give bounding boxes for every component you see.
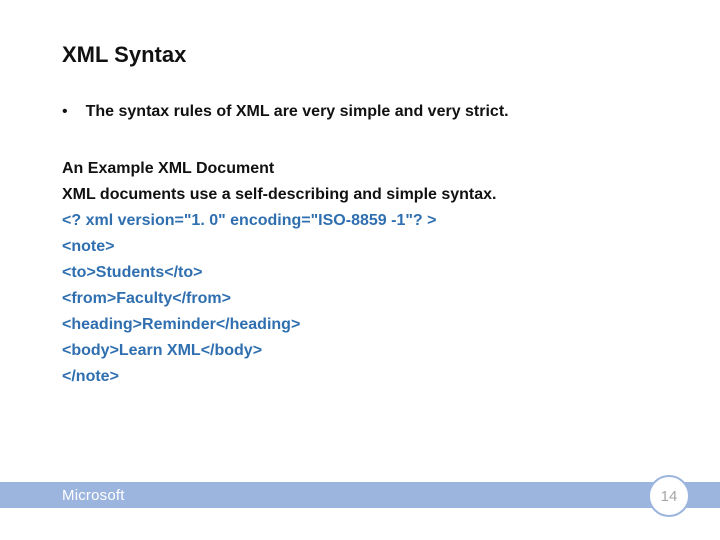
body-line-note-open: <note> bbox=[62, 234, 658, 260]
slide-body: An Example XML Document XML documents us… bbox=[62, 156, 658, 390]
body-line-xml-declaration: <? xml version="1. 0" encoding="ISO-8859… bbox=[62, 208, 658, 234]
page-number-badge: 14 bbox=[648, 475, 690, 517]
body-line-example-heading: An Example XML Document bbox=[62, 156, 658, 182]
body-line-body: <body>Learn XML</body> bbox=[62, 338, 658, 364]
slide-title: XML Syntax bbox=[62, 42, 658, 68]
slide: XML Syntax • The syntax rules of XML are… bbox=[0, 0, 720, 540]
body-line-heading: <heading>Reminder</heading> bbox=[62, 312, 658, 338]
footer-bar: Microsoft bbox=[0, 482, 720, 508]
body-line-to: <to>Students</to> bbox=[62, 260, 658, 286]
body-line-description: XML documents use a self-describing and … bbox=[62, 182, 658, 208]
body-line-from: <from>Faculty</from> bbox=[62, 286, 658, 312]
bullet-dot-icon: • bbox=[62, 102, 68, 122]
body-line-note-close: </note> bbox=[62, 364, 658, 390]
brand-label: Microsoft bbox=[62, 487, 125, 504]
page-number: 14 bbox=[661, 488, 678, 505]
bullet-item: • The syntax rules of XML are very simpl… bbox=[62, 102, 658, 122]
bullet-text: The syntax rules of XML are very simple … bbox=[86, 102, 509, 122]
